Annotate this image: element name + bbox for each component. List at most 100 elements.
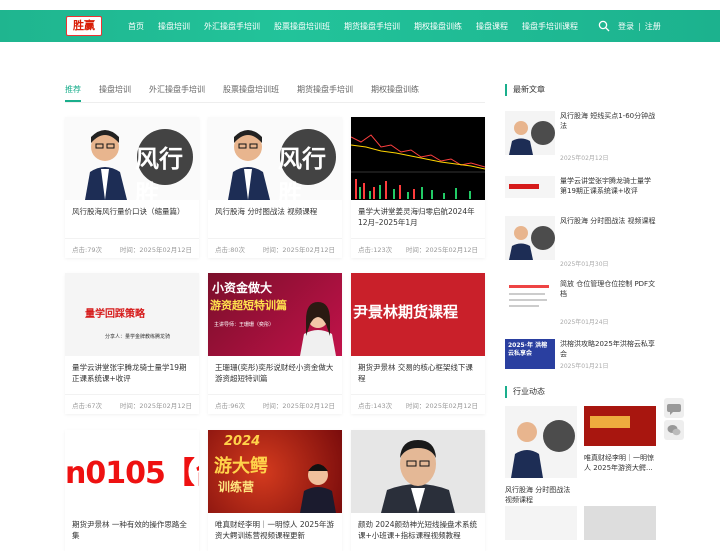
article-card[interactable]: 风行胜 风行股海风行量价口诀（缩量篇） 点击:79次 时间：2025年02月12… <box>65 117 199 258</box>
article-title[interactable]: 王珊珊(奕彤)奕彤说财经小资金做大游资超短特训篇 <box>208 356 342 394</box>
news-title[interactable]: 风行股海 分时图战法视频课程 <box>505 485 577 505</box>
auth-separator: | <box>638 21 641 31</box>
news-thumbnail[interactable] <box>505 406 577 478</box>
latest-article-item[interactable]: 风行股海 分时图战法 视频课程 2025年01月30日 <box>505 216 657 268</box>
publish-date: 时间：2025年02月12日 <box>405 401 478 410</box>
banner-text: 2025·年 洪榕云私享会 <box>508 342 548 357</box>
nav-trading-training[interactable]: 操盘培训 <box>158 21 190 32</box>
article-card[interactable]: n0105【台 期货尹景林 一种有效的操作思路全集 <box>65 430 199 551</box>
news-thumbnail[interactable] <box>584 406 656 446</box>
camp-title: 游大鳄 <box>214 456 268 477</box>
article-thumbnail[interactable]: 小资金做大 游资超短特训篇 主讲导师：王珊珊（奕彤） <box>208 273 342 356</box>
document-image <box>505 279 555 323</box>
article-title[interactable]: 量学云讲堂张宇腾龙骑士量学19期正课系统课+收评 <box>65 356 199 394</box>
site-header: 胜赢 首页 操盘培训 外汇操盘手培训 股票操盘培训班 期货操盘手培训 期权操盘训… <box>0 10 720 42</box>
wechat-button[interactable] <box>664 420 684 440</box>
stock-chart-image <box>351 117 485 200</box>
promo-line-2: 游资超短特训篇 <box>210 299 287 312</box>
latest-article-thumbnail[interactable] <box>505 111 555 155</box>
article-meta: 点击:123次 时间：2025年02月12日 <box>351 238 485 258</box>
article-thumbnail[interactable] <box>351 430 485 513</box>
login-link[interactable]: 登录 <box>618 21 634 32</box>
latest-article-item[interactable]: 风行股海 短线买点1-60分钟战法 2025年02月12日 <box>505 111 657 162</box>
view-count: 点击:79次 <box>72 245 102 254</box>
publish-date: 时间：2025年02月12日 <box>262 245 335 254</box>
camp-year: 2024 <box>224 434 261 449</box>
article-card[interactable]: 风行胜 风行股海 分时图战法 视频课程 点击:80次 时间：2025年02月12… <box>208 117 342 258</box>
view-count: 点击:96次 <box>215 401 245 410</box>
tab-futures[interactable]: 期货操盘手培训 <box>297 84 353 102</box>
article-meta: 点击:96次 时间：2025年02月12日 <box>208 394 342 414</box>
article-title[interactable]: 期货尹景林 交易的核心框架线下课程 <box>351 356 485 394</box>
view-count: 点击:123次 <box>358 245 393 254</box>
article-card[interactable]: 颜劲 2024颜劲神光短线操盘术系统课+小班课+指标课程视频教程 <box>351 430 485 551</box>
latest-article-thumbnail[interactable] <box>505 176 555 198</box>
latest-article-title[interactable]: 量学云讲堂张宇腾龙骑士量学第19期正课系统课+收评 <box>560 176 657 196</box>
nav-home[interactable]: 首页 <box>128 21 144 32</box>
futures-banner-text: 尹景林期货课程 <box>353 303 459 321</box>
tab-stock[interactable]: 股票操盘培训班 <box>223 84 279 102</box>
view-count: 点击:67次 <box>72 401 102 410</box>
article-card[interactable]: 量学回踩策略 分享人：量学金牌教练腾龙骑 量学云讲堂张宇腾龙骑士量学19期正课系… <box>65 273 199 414</box>
search-icon[interactable] <box>598 20 610 32</box>
publish-date: 时间：2025年02月12日 <box>119 245 192 254</box>
latest-article-date: 2025年01月24日 <box>560 319 609 326</box>
news-thumbnail[interactable] <box>584 506 656 540</box>
nav-futures-trader[interactable]: 期货操盘手培训 <box>344 21 400 32</box>
article-thumbnail[interactable] <box>351 117 485 200</box>
news-item[interactable]: 唯真财经李明｜一明惊人 2025年游资大鳄... <box>584 406 656 473</box>
article-thumbnail[interactable]: 2024 游大鳄 训练营 <box>208 430 342 513</box>
news-thumbnail[interactable] <box>505 506 577 540</box>
nav-trader-courses[interactable]: 操盘手培训课程 <box>522 21 578 32</box>
article-thumbnail[interactable]: 风行胜 <box>65 117 199 200</box>
nav-courses[interactable]: 操盘课程 <box>476 21 508 32</box>
article-thumbnail[interactable]: 风行胜 <box>208 117 342 200</box>
calligraphy-text: 风行胜 <box>278 144 326 200</box>
nav-stock-class[interactable]: 股票操盘培训班 <box>274 21 330 32</box>
article-card[interactable]: 小资金做大 游资超短特训篇 主讲导师：王珊珊（奕彤） 王珊珊(奕彤)奕彤说财经小… <box>208 273 342 414</box>
latest-article-thumbnail[interactable] <box>505 216 555 260</box>
article-card[interactable]: 量学大讲堂姜灵海归零启航2024年12月–2025年1月 点击:123次 时间：… <box>351 117 485 258</box>
news-title[interactable]: 唯真财经李明｜一明惊人 2025年游资大鳄... <box>584 453 656 473</box>
article-title[interactable]: 风行股海 分时图战法 视频课程 <box>208 200 342 238</box>
register-link[interactable]: 注册 <box>645 21 661 32</box>
news-item[interactable]: 风行股海 分时图战法视频课程 <box>505 406 577 505</box>
sidebar: 最新文章 风行股海 短线买点1-60分钟战法 2025年02月12日 量学云讲堂… <box>505 84 656 540</box>
article-title[interactable]: 期货尹景林 一种有效的操作思路全集 <box>65 513 199 551</box>
latest-article-title[interactable]: 洪榕洪攻略2025年洪榕云私享会 <box>560 339 657 359</box>
article-title[interactable]: 颜劲 2024颜劲神光短线操盘术系统课+小班课+指标课程视频教程 <box>351 513 485 551</box>
latest-article-date: 2025年01月30日 <box>560 261 609 268</box>
chat-icon <box>667 404 681 415</box>
chat-button[interactable] <box>664 398 684 418</box>
article-thumbnail[interactable]: n0105【台 <box>65 430 199 513</box>
latest-article-thumbnail[interactable] <box>505 279 555 323</box>
latest-article-item[interactable]: 简放 仓位管理仓位控制 PDF文档 2025年01月24日 <box>505 279 655 329</box>
calligraphy-text: 风行胜 <box>135 144 183 200</box>
auth-links: 登录 | 注册 <box>618 10 661 42</box>
tab-recommended[interactable]: 推荐 <box>65 84 81 102</box>
article-thumbnail[interactable]: 量学回踩策略 分享人：量学金牌教练腾龙骑 <box>65 273 199 356</box>
wechat-icon <box>667 425 681 436</box>
main-nav: 首页 操盘培训 外汇操盘手培训 股票操盘培训班 期货操盘手培训 期权操盘训练 操… <box>128 10 592 42</box>
article-thumbnail[interactable]: 尹景林期货课程 <box>351 273 485 356</box>
article-card[interactable]: 尹景林期货课程 期货尹景林 交易的核心框架线下课程 点击:143次 时间：202… <box>351 273 485 414</box>
latest-article-title[interactable]: 风行股海 短线买点1-60分钟战法 <box>560 111 657 131</box>
article-card[interactable]: 2024 游大鳄 训练营 唯真财经李明｜一明惊人 2025年游资大鳄训练营视频课… <box>208 430 342 551</box>
article-meta: 点击:79次 时间：2025年02月12日 <box>65 238 199 258</box>
nav-forex-trader[interactable]: 外汇操盘手培训 <box>204 21 260 32</box>
article-title[interactable]: 风行股海风行量价口诀（缩量篇） <box>65 200 199 238</box>
nav-options[interactable]: 期权操盘训练 <box>414 21 462 32</box>
tab-forex[interactable]: 外汇操盘手培训 <box>149 84 205 102</box>
latest-article-item[interactable]: 2025·年 洪榕云私享会 洪榕洪攻略2025年洪榕云私享会 2025年01月2… <box>505 339 655 389</box>
article-title[interactable]: 量学大讲堂姜灵海归零启航2024年12月–2025年1月 <box>351 200 485 238</box>
portrait-image <box>351 430 485 513</box>
site-logo[interactable]: 胜赢 <box>66 16 102 36</box>
tab-options[interactable]: 期权操盘训练 <box>371 84 419 102</box>
latest-article-thumbnail[interactable]: 2025·年 洪榕云私享会 <box>505 339 555 369</box>
article-title[interactable]: 唯真财经李明｜一明惊人 2025年游资大鳄训练营视频课程更新 <box>208 513 342 551</box>
latest-article-title[interactable]: 简放 仓位管理仓位控制 PDF文档 <box>560 279 657 299</box>
presenter-image <box>300 302 336 356</box>
tab-trading-training[interactable]: 操盘培训 <box>99 84 131 102</box>
latest-article-title[interactable]: 风行股海 分时图战法 视频课程 <box>560 216 657 226</box>
promo-teacher: 主讲导师：王珊珊（奕彤） <box>214 322 275 328</box>
